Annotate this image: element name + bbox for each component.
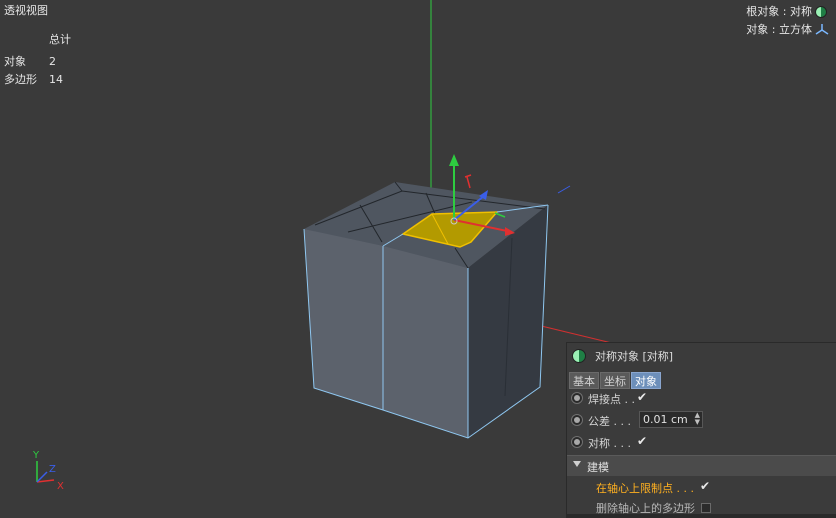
symmetry-object-icon (815, 6, 827, 18)
tolerance-value: 0.01 cm (643, 413, 688, 426)
delete-polygons-row: 删除轴心上的多边形 (567, 497, 836, 514)
stats-header: 总计 (49, 33, 71, 46)
tab-coord[interactable]: 坐标 (600, 372, 630, 389)
chevron-down-icon (573, 461, 581, 467)
clamp-points-checkbox[interactable]: ✔ (700, 479, 710, 493)
axis-indicator-z-label: Z (49, 464, 56, 475)
symmetry-anim-radio[interactable] (571, 436, 583, 448)
tab-object[interactable]: 对象 (631, 372, 661, 389)
panel-tabs: 基本 坐标 对象 (569, 370, 662, 389)
modeling-group-label: 建模 (587, 461, 609, 474)
attribute-manager-panel: 对称对象 [对称] 基本 坐标 对象 焊接点 . . ✔ 公差 . . . 0.01… (566, 342, 836, 518)
panel-title: 对称对象 [对称] (595, 350, 674, 363)
symmetry-object-icon (572, 349, 586, 363)
clamp-points-label: 在轴心上限制点 . . . (596, 482, 694, 495)
stats-polygons-value: 14 (49, 73, 63, 86)
viewport-title[interactable]: 透视视图 (4, 4, 48, 18)
symmetry-row: 对称 . . . ✔ (567, 432, 836, 454)
tolerance-anim-radio[interactable] (571, 414, 583, 426)
panel-header: 对称对象 [对称] (567, 343, 836, 369)
modeling-group-header[interactable]: 建模 (567, 455, 836, 476)
delete-polygons-label: 删除轴心上的多边形 (596, 502, 695, 514)
axis-indicator-x-label: X (57, 481, 64, 492)
stats-objects-value: 2 (49, 55, 56, 68)
symmetry-checkbox[interactable]: ✔ (637, 434, 647, 448)
tolerance-stepper-icon[interactable]: ▲ ▼ (695, 412, 700, 426)
axis-indicator-y-label: Y (32, 450, 40, 461)
tolerance-label: 公差 . . . (588, 415, 631, 428)
tolerance-row: 公差 . . . 0.01 cm ▲ ▼ (567, 410, 836, 432)
cube-object-icon (815, 24, 829, 35)
panel-bottom-border (567, 514, 836, 518)
delete-polygons-checkbox[interactable] (701, 503, 711, 513)
clamp-points-row: 在轴心上限制点 . . . ✔ (567, 477, 836, 499)
weld-points-label: 焊接点 . . (588, 393, 635, 406)
weld-points-row: 焊接点 . . ✔ (567, 388, 836, 410)
tolerance-input[interactable]: 0.01 cm ▲ ▼ (639, 411, 703, 428)
active-object-readout: 对象 : 立方体 (746, 23, 812, 36)
symmetry-label: 对称 . . . (588, 437, 631, 450)
cube-front-face (383, 246, 468, 438)
stats-polygons-label: 多边形 (4, 73, 37, 86)
tab-basic[interactable]: 基本 (569, 372, 599, 389)
cube-left-face (304, 229, 383, 410)
root-object-readout: 根对象 : 对称 (746, 5, 812, 18)
stats-objects-label: 对象 (4, 55, 26, 68)
weld-points-anim-radio[interactable] (571, 392, 583, 404)
weld-points-checkbox[interactable]: ✔ (637, 390, 647, 404)
